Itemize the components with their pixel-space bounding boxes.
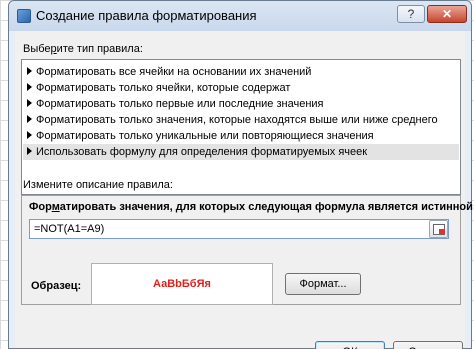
bullet-arrow-icon <box>27 67 32 76</box>
preview-sample: АаВbБбЯя <box>91 263 273 305</box>
rule-description-label: Измените описание правила: <box>23 179 173 191</box>
formula-label: Форматировать значения, для которых след… <box>29 201 474 213</box>
rule-type-label: Выберите тип правила: <box>23 43 143 55</box>
formula-input[interactable]: =NOT(A1=A9) <box>29 219 449 239</box>
range-select-icon <box>433 224 445 235</box>
dialog-title: Создание правила форматирования <box>36 8 257 23</box>
dialog-body: Выберите тип правила: Форматировать все … <box>15 31 474 349</box>
dialog-titlebar[interactable]: Создание правила форматирования ? ✕ <box>9 1 471 31</box>
app-icon <box>17 9 31 23</box>
new-formatting-rule-dialog: Создание правила форматирования ? ✕ Выбе… <box>8 0 474 349</box>
bullet-arrow-icon <box>27 147 32 156</box>
help-button[interactable]: ? <box>397 5 425 23</box>
rule-type-item[interactable]: Форматировать все ячейки на основании их… <box>23 64 459 80</box>
bullet-arrow-icon <box>27 83 32 92</box>
bullet-arrow-icon <box>27 115 32 124</box>
rule-type-item[interactable]: Форматировать только уникальные или повт… <box>23 128 459 144</box>
close-button[interactable]: ✕ <box>427 5 467 23</box>
rule-type-item[interactable]: Форматировать только первые или последни… <box>23 96 459 112</box>
rule-type-item[interactable]: Форматировать только ячейки, которые сод… <box>23 80 459 96</box>
format-button[interactable]: Формат... <box>285 273 361 295</box>
preview-label: Образец: <box>31 280 82 292</box>
rule-type-list[interactable]: Форматировать все ячейки на основании их… <box>21 59 461 195</box>
bullet-arrow-icon <box>27 131 32 140</box>
rule-type-item-selected[interactable]: Использовать формулу для определения фор… <box>23 144 459 160</box>
cancel-button[interactable]: Отмена <box>393 341 463 349</box>
rule-type-item[interactable]: Форматировать только значения, которые н… <box>23 112 459 128</box>
bullet-arrow-icon <box>27 99 32 108</box>
ok-button[interactable]: ОК <box>315 341 385 349</box>
collapse-dialog-button[interactable] <box>429 220 448 238</box>
